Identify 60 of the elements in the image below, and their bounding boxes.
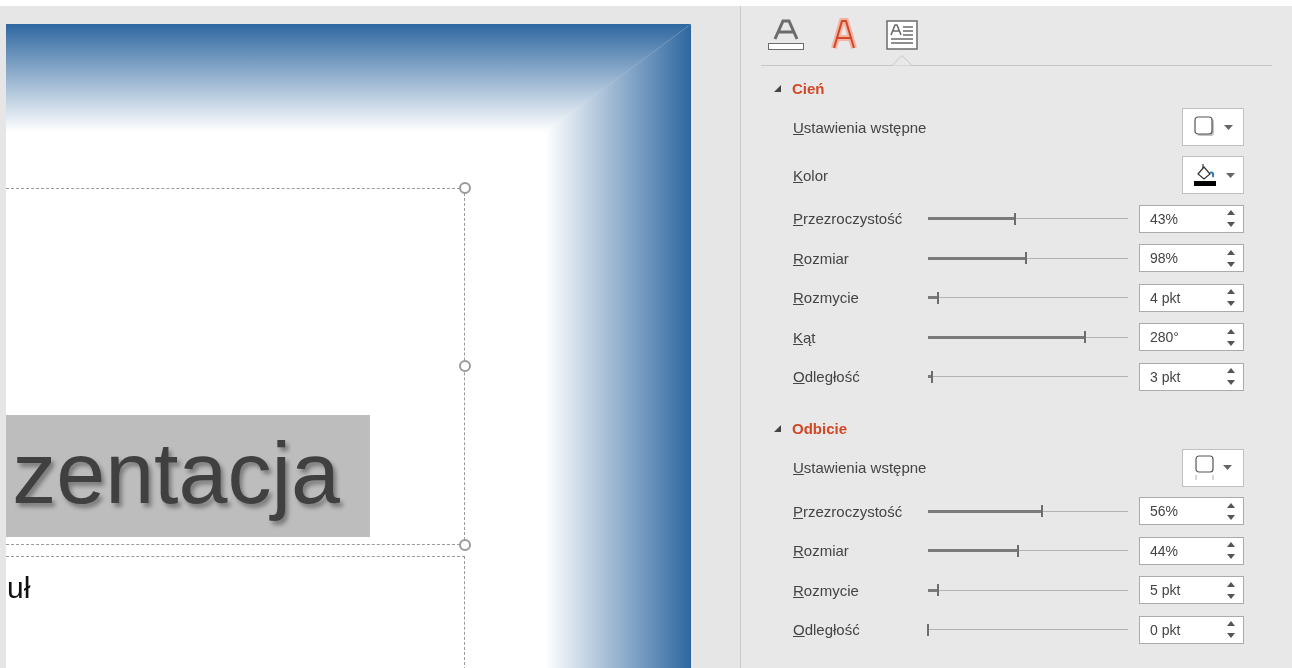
spin-field[interactable]: 280° bbox=[1139, 323, 1244, 352]
field-label: Kolor bbox=[793, 166, 830, 184]
spin-down-icon[interactable] bbox=[1227, 222, 1235, 228]
field-label: Ustawienia wstępne bbox=[793, 118, 928, 136]
resize-handle[interactable] bbox=[459, 539, 471, 551]
color-dropdown[interactable] bbox=[1182, 156, 1244, 194]
spin-field[interactable]: 44% bbox=[1139, 536, 1244, 565]
caret-icon bbox=[1222, 465, 1232, 470]
glowing-letter-icon bbox=[830, 18, 858, 52]
spin-down-icon[interactable] bbox=[1227, 633, 1235, 639]
collapse-triangle-icon[interactable] bbox=[773, 424, 782, 433]
shadow-square-icon bbox=[1193, 116, 1216, 138]
caret-icon bbox=[1225, 172, 1235, 178]
caret-icon bbox=[1223, 124, 1233, 130]
field-label: Rozmiar bbox=[793, 542, 850, 560]
spin-down-icon[interactable] bbox=[1227, 514, 1235, 520]
field-label: Rozmiar bbox=[793, 249, 850, 267]
spin-down-icon[interactable] bbox=[1227, 301, 1235, 307]
slide-subtitle-text: uł bbox=[7, 571, 31, 604]
spin-up-icon[interactable] bbox=[1227, 621, 1235, 627]
spin-up-icon[interactable] bbox=[1227, 502, 1235, 508]
field-label: Odległość bbox=[793, 621, 861, 639]
field-label: Kąt bbox=[793, 328, 817, 346]
spin-up-icon[interactable] bbox=[1227, 249, 1235, 255]
spin-up-icon[interactable] bbox=[1227, 581, 1235, 587]
paint-bucket-icon bbox=[1191, 163, 1218, 187]
spin-up-icon[interactable] bbox=[1227, 368, 1235, 374]
resize-handle[interactable] bbox=[459, 182, 471, 194]
preset-dropdown[interactable] bbox=[1182, 108, 1244, 146]
spin-up-icon[interactable] bbox=[1227, 289, 1235, 295]
spin-down-icon[interactable] bbox=[1227, 380, 1235, 386]
field-label: Odległość bbox=[793, 368, 861, 386]
field-label: Przezroczystość bbox=[793, 502, 904, 520]
spin-field[interactable]: 5 pkt bbox=[1139, 576, 1244, 605]
spin-field[interactable]: 98% bbox=[1139, 244, 1244, 273]
spin-field[interactable]: 43% bbox=[1139, 204, 1244, 233]
spin-down-icon[interactable] bbox=[1227, 554, 1235, 560]
spin-down-icon[interactable] bbox=[1227, 261, 1235, 267]
field-label: Przezroczystość bbox=[793, 210, 904, 228]
section-title[interactable]: Odbicie bbox=[792, 420, 847, 437]
text-box-icon bbox=[886, 20, 918, 50]
spin-down-icon[interactable] bbox=[1227, 593, 1235, 599]
section-title[interactable]: Cień bbox=[792, 79, 825, 97]
preset-dropdown[interactable] bbox=[1182, 448, 1244, 487]
slide-title-text: zentacja bbox=[11, 425, 341, 524]
spin-up-icon[interactable] bbox=[1227, 210, 1235, 216]
field-label: Rozmycie bbox=[793, 289, 860, 307]
spin-up-icon[interactable] bbox=[1227, 328, 1235, 334]
spin-field[interactable]: 0 pkt bbox=[1139, 615, 1244, 644]
spin-up-icon[interactable] bbox=[1227, 542, 1235, 548]
spin-field[interactable]: 4 pkt bbox=[1139, 283, 1244, 312]
resize-handle[interactable] bbox=[459, 360, 471, 372]
letter-underline-icon bbox=[767, 19, 805, 51]
reflected-square-icon bbox=[1194, 454, 1215, 481]
spin-down-icon[interactable] bbox=[1227, 340, 1235, 346]
spin-field[interactable]: 56% bbox=[1139, 497, 1244, 526]
spin-field[interactable]: 3 pkt bbox=[1139, 362, 1244, 391]
collapse-triangle-icon[interactable] bbox=[773, 83, 782, 93]
field-label: Rozmycie bbox=[793, 581, 860, 599]
field-label: Ustawienia wstępne bbox=[793, 459, 928, 476]
